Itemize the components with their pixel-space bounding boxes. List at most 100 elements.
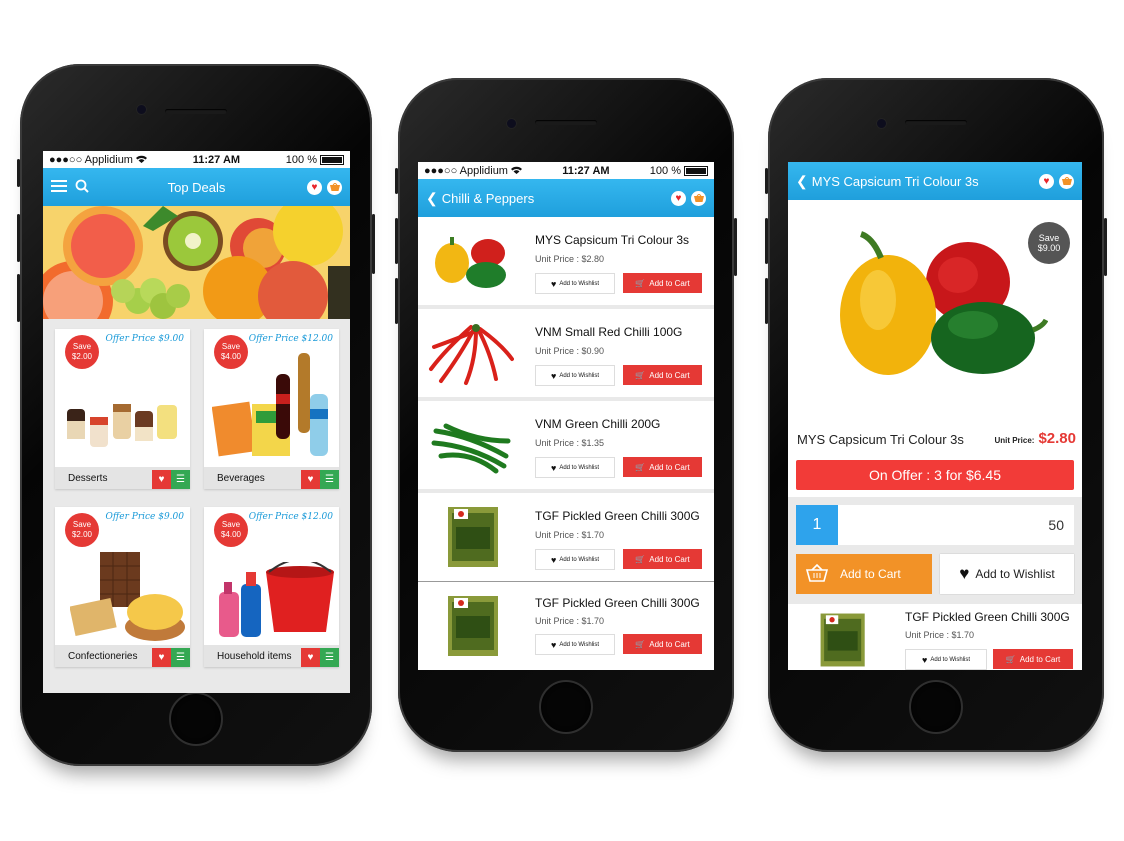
add-to-wishlist-button[interactable]: ♥ Add to Wishlist bbox=[535, 365, 615, 386]
carrier-label: ●●●○○ Applidium bbox=[424, 164, 508, 177]
basket-icon: 🛒 bbox=[635, 462, 646, 472]
offer-price: Offer Price $9.00 bbox=[105, 512, 184, 522]
unit-price: Unit Price : $1.70 bbox=[535, 530, 605, 540]
status-time: 11:27 AM bbox=[562, 164, 610, 177]
product-name: VNM Small Red Chilli 100G bbox=[535, 325, 683, 339]
basket-icon: 🛒 bbox=[635, 278, 646, 288]
related-product-row[interactable]: TGF Pickled Green Chilli 300G Unit Price… bbox=[788, 604, 1082, 670]
basket-icon: 🛒 bbox=[635, 370, 646, 380]
wifi-icon bbox=[136, 154, 148, 166]
pickled-chilli-pack-image bbox=[448, 507, 498, 567]
wishlist-heart-icon[interactable]: ♥ bbox=[307, 179, 322, 195]
list-icon[interactable]: ☰ bbox=[320, 470, 339, 489]
deal-tile-household[interactable]: Save $4.00 Offer Price $12.00 Household i… bbox=[204, 507, 339, 667]
pickled-chilli-pack-image bbox=[448, 596, 498, 656]
wifi-icon bbox=[511, 165, 523, 177]
heart-icon: ♥ bbox=[550, 554, 557, 565]
hero-fruit-banner bbox=[43, 206, 350, 319]
basket-icon: 🛒 bbox=[1005, 654, 1016, 664]
capsicum-hero-image bbox=[840, 231, 1048, 375]
earpiece-speaker bbox=[165, 109, 227, 114]
confectioneries-image bbox=[70, 552, 185, 641]
list-icon[interactable]: ☰ bbox=[171, 470, 190, 489]
add-to-wishlist-button[interactable]: ♥ Add to Wishlist bbox=[905, 649, 987, 670]
basket-icon bbox=[805, 563, 829, 585]
product-detail-card: Save $9.00 MYS Capsicum Tri Colour 3s Uni… bbox=[788, 200, 1082, 497]
product-name: TGF Pickled Green Chilli 300G bbox=[535, 509, 700, 523]
offer-banner: On Offer : 3 for $6.45 bbox=[796, 460, 1074, 490]
page-title: Chilli & Peppers bbox=[441, 190, 535, 206]
offer-price: Offer Price $12.00 bbox=[248, 334, 333, 344]
back-chevron-icon[interactable]: ❮ bbox=[796, 173, 808, 190]
status-bar: ●●●○○ Applidium 11:27 AM 100 % bbox=[43, 151, 350, 168]
cart-basket-icon[interactable] bbox=[1059, 173, 1074, 189]
product-name: VNM Green Chilli 200G bbox=[535, 417, 661, 431]
menu-icon[interactable] bbox=[51, 179, 67, 195]
nav-bar: ❮ MYS Capsicum Tri Colour 3s ♥ bbox=[788, 162, 1082, 200]
offer-price: Offer Price $12.00 bbox=[248, 512, 333, 522]
product-row[interactable]: VNM Green Chilli 200G Unit Price : $1.35… bbox=[418, 401, 714, 493]
add-to-cart-button[interactable]: 🛒 Add to Cart bbox=[623, 273, 702, 293]
battery-icon bbox=[319, 154, 344, 165]
add-to-wishlist-button[interactable]: ♥ Add to Wishlist bbox=[535, 457, 615, 478]
unit-price: Unit Price : $0.90 bbox=[535, 346, 605, 356]
heart-icon: ♥ bbox=[921, 654, 928, 665]
wishlist-heart-icon[interactable]: ♥ bbox=[301, 648, 320, 667]
add-to-cart-button[interactable]: 🛒 Add to Cart bbox=[623, 457, 702, 477]
heart-icon: ♥ bbox=[550, 278, 557, 289]
add-to-wishlist-button[interactable]: ♥ Add to Wishlist bbox=[535, 273, 615, 294]
product-name: MYS Capsicum Tri Colour 3s bbox=[797, 432, 964, 447]
cart-basket-icon[interactable] bbox=[691, 190, 706, 206]
home-button[interactable] bbox=[169, 692, 223, 746]
add-to-cart-button[interactable]: 🛒 Add to Cart bbox=[623, 634, 702, 654]
wishlist-heart-icon[interactable]: ♥ bbox=[1039, 173, 1054, 189]
back-chevron-icon[interactable]: ❮ bbox=[426, 190, 438, 207]
screen-product-detail: ❮ MYS Capsicum Tri Colour 3s ♥ Save $9.00 bbox=[788, 162, 1082, 670]
page-title: MYS Capsicum Tri Colour 3s bbox=[811, 173, 979, 189]
phone-frame-2: ●●●○○ Applidium 11:27 AM 100 % ❮ Chilli … bbox=[395, 78, 737, 752]
add-to-cart-button[interactable]: 🛒 Add to Cart bbox=[623, 365, 702, 385]
beverages-image bbox=[212, 353, 328, 457]
product-row[interactable]: MYS Capsicum Tri Colour 3s Unit Price : … bbox=[418, 217, 714, 309]
wishlist-heart-icon[interactable]: ♥ bbox=[301, 470, 320, 489]
wishlist-heart-icon[interactable]: ♥ bbox=[152, 648, 171, 667]
product-row[interactable]: TGF Pickled Green Chilli 300G Unit Price… bbox=[418, 493, 714, 585]
quantity-row: 1 50 bbox=[796, 505, 1074, 545]
unit-price: Unit Price : $1.70 bbox=[905, 630, 975, 640]
wishlist-heart-icon[interactable]: ♥ bbox=[152, 470, 171, 489]
offer-price: Offer Price $9.00 bbox=[105, 334, 184, 344]
add-to-wishlist-button[interactable]: ♥ Add to Wishlist bbox=[535, 634, 615, 655]
deal-tile-confectioneries[interactable]: Save $2.00 Offer Price $9.00 Confectioner… bbox=[55, 507, 190, 667]
save-badge: Save $4.00 bbox=[214, 513, 248, 547]
list-icon[interactable]: ☰ bbox=[171, 648, 190, 667]
list-icon[interactable]: ☰ bbox=[320, 648, 339, 667]
add-to-cart-button[interactable]: 🛒 Add to Cart bbox=[623, 549, 702, 569]
unit-price: Unit Price : $1.35 bbox=[535, 438, 605, 448]
status-time: 11:27 AM bbox=[192, 153, 241, 166]
product-row[interactable]: VNM Small Red Chilli 100G Unit Price : $… bbox=[418, 309, 714, 401]
add-to-cart-button[interactable]: 🛒 Add to Cart bbox=[993, 649, 1073, 669]
cart-basket-icon[interactable] bbox=[327, 179, 342, 195]
desserts-image bbox=[67, 404, 177, 447]
screen-top-deals: ●●●○○ Applidium 11:27 AM 100 % Top Deals… bbox=[43, 151, 350, 693]
unit-price-value: $2.80 bbox=[1038, 430, 1076, 447]
deal-tile-desserts[interactable]: Save $2.00 Offer Price $9.00 Desserts ♥ ☰ bbox=[55, 329, 190, 489]
add-to-wishlist-button[interactable]: ♥ Add to Wishlist bbox=[535, 549, 615, 570]
home-button[interactable] bbox=[539, 680, 593, 734]
unit-price: Unit Price : $2.80 bbox=[535, 254, 605, 264]
home-button[interactable] bbox=[909, 680, 963, 734]
add-to-wishlist-button[interactable]: ♥ Add to Wishlist bbox=[940, 554, 1074, 594]
heart-icon: ♥ bbox=[550, 462, 557, 473]
green-chilli-image bbox=[431, 423, 511, 474]
add-to-cart-button[interactable]: Add to Cart bbox=[796, 554, 932, 594]
phone-frame-3: ❮ MYS Capsicum Tri Colour 3s ♥ Save $9.00 bbox=[765, 78, 1107, 752]
product-name: TGF Pickled Green Chilli 300G bbox=[535, 596, 700, 610]
status-bar: ●●●○○ Applidium 11:27 AM 100 % bbox=[418, 162, 714, 179]
household-image bbox=[219, 562, 334, 637]
quantity-value[interactable]: 1 bbox=[796, 505, 838, 545]
deal-tile-beverages[interactable]: Save $4.00 Offer Price $12.00 Beverages ♥… bbox=[204, 329, 339, 489]
product-row[interactable]: TGF Pickled Green Chilli 300G Unit Price… bbox=[418, 581, 714, 670]
search-icon[interactable] bbox=[75, 179, 89, 196]
basket-icon: 🛒 bbox=[635, 639, 646, 649]
wishlist-heart-icon[interactable]: ♥ bbox=[671, 190, 686, 206]
